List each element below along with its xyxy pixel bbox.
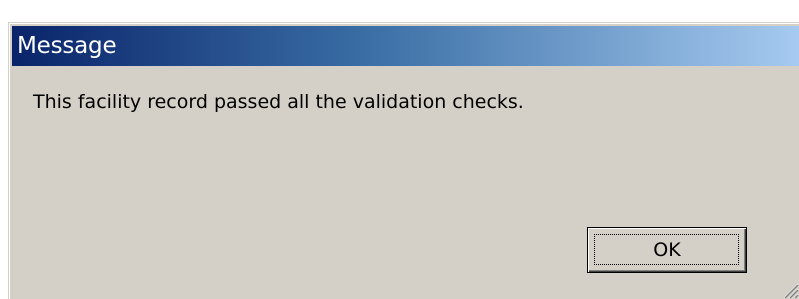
- message-dialog: Message This facility record passed all …: [8, 22, 799, 299]
- dialog-titlebar[interactable]: Message: [12, 26, 799, 66]
- dialog-message: This facility record passed all the vali…: [33, 91, 524, 113]
- resize-grip-icon[interactable]: [779, 279, 799, 299]
- dialog-title: Message: [17, 33, 117, 59]
- ok-button[interactable]: OK: [587, 227, 747, 273]
- ok-button-label: OK: [653, 239, 681, 261]
